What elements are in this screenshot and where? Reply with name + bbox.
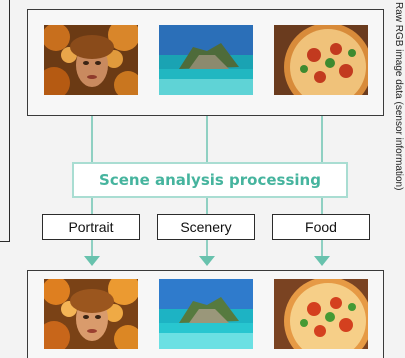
connector-line — [206, 198, 208, 214]
scenery-image — [159, 25, 253, 95]
side-caption-text: Raw RGB image data (sensor information) — [393, 2, 404, 191]
scene-analysis-label: Scene analysis processing — [99, 171, 321, 189]
connector-line — [91, 116, 93, 162]
connector-line — [91, 198, 93, 214]
down-arrow-icon — [314, 256, 330, 266]
portrait-image — [44, 25, 138, 95]
category-food: Food — [272, 214, 370, 240]
down-arrow-icon — [84, 256, 100, 266]
connector-line — [321, 198, 323, 214]
left-frame-edge — [0, 0, 10, 242]
food-image — [274, 279, 368, 349]
category-scenery: Scenery — [157, 214, 255, 240]
category-label: Food — [305, 219, 337, 235]
down-arrow-icon — [199, 256, 215, 266]
scene-analysis-box: Scene analysis processing — [72, 162, 348, 198]
category-label: Portrait — [68, 219, 114, 235]
category-portrait: Portrait — [42, 214, 140, 240]
side-caption: Raw RGB image data (sensor information) — [393, 2, 405, 302]
scenery-image — [159, 279, 253, 349]
connector-line — [206, 116, 208, 162]
category-label: Scenery — [180, 219, 232, 235]
diagram: Scene analysis processing Portrait Scene… — [0, 0, 405, 358]
portrait-image — [44, 279, 138, 349]
connector-line — [321, 116, 323, 162]
food-image — [274, 25, 368, 95]
